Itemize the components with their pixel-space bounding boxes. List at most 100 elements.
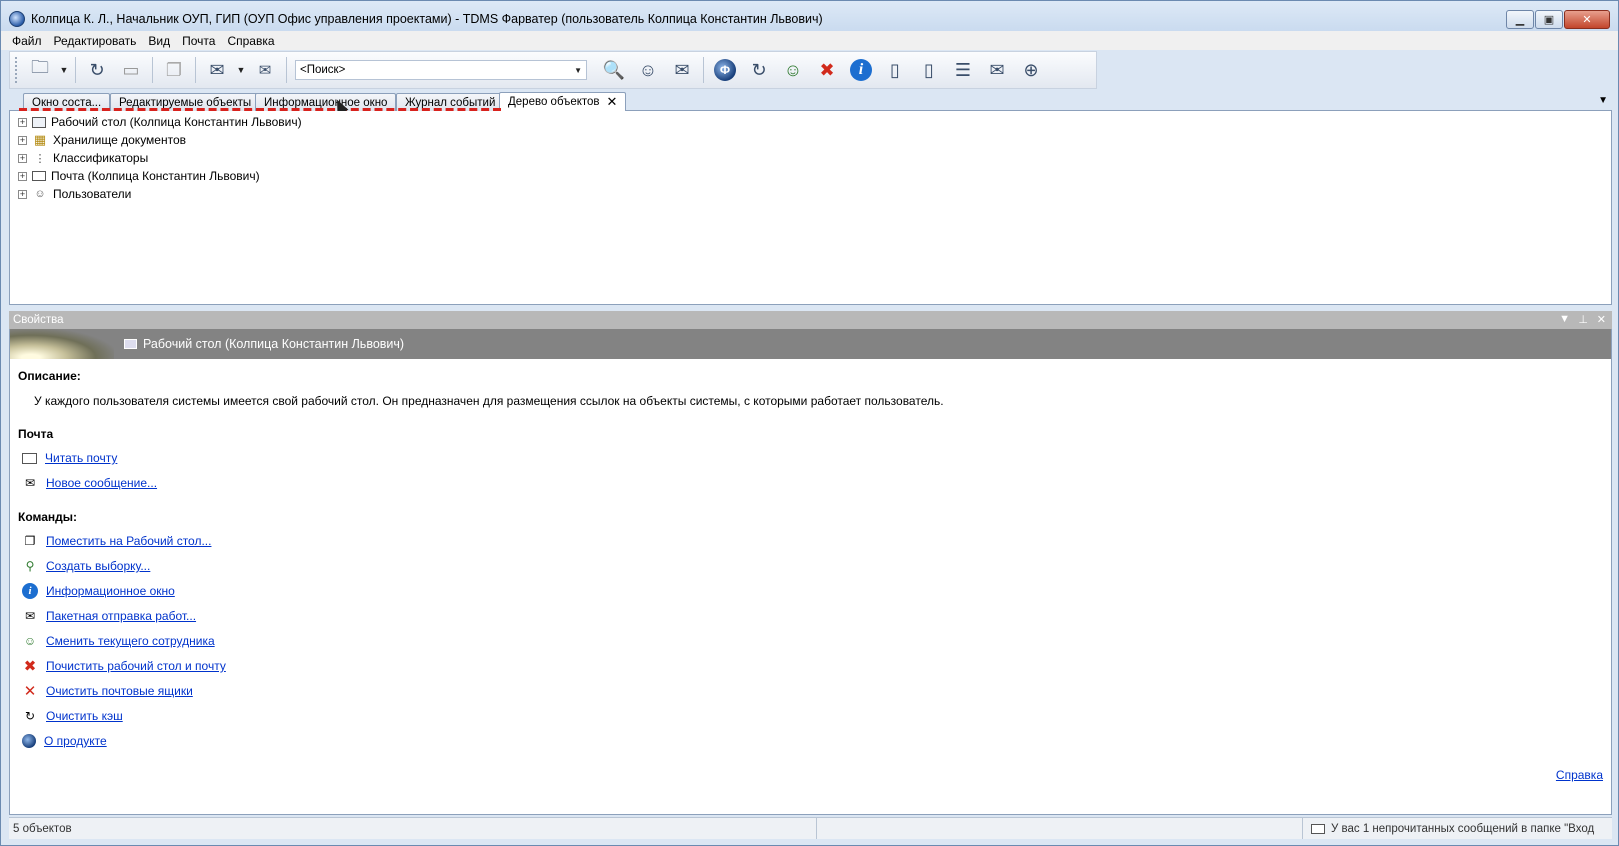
main-window: Колпица К. Л., Начальник ОУП, ГИП (ОУП О… (0, 0, 1619, 846)
tree-item-users[interactable]: + ☺ Пользователи (10, 185, 1611, 203)
menu-view[interactable]: Вид (143, 34, 175, 48)
classifier-icon: ⋮ (34, 152, 46, 165)
search-dropdown-icon[interactable]: ▼ (574, 66, 582, 75)
tab-list-dropdown-icon[interactable]: ▼ (1598, 95, 1608, 106)
minimize-button[interactable]: ▁ (1506, 10, 1534, 29)
close-button[interactable]: ✕ (1564, 10, 1610, 29)
clear-cache-link[interactable]: Очистить кэш (46, 709, 123, 723)
clean-desktop-link[interactable]: Почистить рабочий стол и почту (46, 659, 226, 673)
properties-panel-header: Свойства ▼ ⊥ ✕ (9, 311, 1612, 329)
banner-decoration (10, 329, 114, 359)
send-icon[interactable]: ✉ (248, 55, 282, 85)
properties-panel: Рабочий стол (Колпица Константин Львович… (9, 329, 1612, 815)
tree-item-label: Классификаторы (53, 151, 149, 165)
info-window-link[interactable]: Информационное окно (46, 584, 175, 598)
menu-edit[interactable]: Редактировать (49, 34, 142, 48)
search-input[interactable]: <Поиск> (300, 64, 345, 76)
create-selection-link[interactable]: Создать выборку... (46, 559, 150, 573)
new-object-icon[interactable]: 🗀 (23, 55, 57, 85)
new-message-icon[interactable]: ✉ (200, 55, 234, 85)
tree-item-storage[interactable]: + ▦ Хранилище документов (10, 131, 1611, 149)
menu-mail[interactable]: Почта (177, 34, 220, 48)
batch-send-icon[interactable]: ✉ (980, 55, 1014, 85)
pin-icon[interactable]: ⊥ (1578, 313, 1588, 326)
clear-cache-icon[interactable]: ↻ (742, 55, 776, 85)
place-on-desktop-icon: ❐ (24, 534, 36, 548)
place-on-desktop-link[interactable]: Поместить на Рабочий стол... (46, 534, 211, 548)
read-mail-icon (22, 452, 37, 464)
batch-send-icon: ✉ (24, 609, 36, 623)
mail-icon (32, 171, 46, 181)
comment-icon[interactable]: ☰ (946, 55, 980, 85)
tree-item-classifiers[interactable]: + ⋮ Классификаторы (10, 149, 1611, 167)
window-card-icon[interactable]: ▭ (114, 55, 148, 85)
mail-icon (1311, 823, 1325, 834)
command-row: О продукте (22, 732, 107, 750)
info-window-icon[interactable]: i (844, 55, 878, 85)
toolbar-separator (75, 57, 76, 83)
tab-object-tree[interactable]: Дерево объектов ✕ (499, 92, 627, 111)
expand-icon[interactable]: + (18, 117, 27, 127)
properties-panel-title: Свойства (13, 314, 64, 326)
panel-menu-icon[interactable]: ▼ (1559, 313, 1570, 325)
menu-file[interactable]: Файл (7, 34, 47, 48)
app-logo-icon (9, 11, 25, 27)
tree-item-desktop[interactable]: + Рабочий стол (Колпица Константин Львов… (10, 113, 1611, 131)
search-objects-icon[interactable]: 🔍 (597, 55, 631, 85)
menu-help[interactable]: Справка (222, 34, 279, 48)
copy-icon[interactable]: ❐ (157, 55, 191, 85)
new-object-dropdown-icon[interactable]: ▼ (57, 55, 71, 85)
tab-label: Информационное окно (264, 96, 388, 109)
panel-close-icon[interactable]: ✕ (1597, 313, 1606, 326)
toolbar-separator (703, 57, 704, 83)
status-empty-pane (817, 818, 1303, 839)
tree-item-label: Пользователи (53, 187, 132, 201)
command-row: ⚲ Создать выборку... (22, 557, 151, 575)
document-up-icon[interactable]: ▯ (912, 55, 946, 85)
clean-desktop-icon[interactable]: ✖ (810, 55, 844, 85)
tab-label: Окно состa... (32, 96, 102, 109)
maximize-button[interactable]: ▣ (1535, 10, 1563, 29)
search-users-icon[interactable]: ☺ (631, 55, 665, 85)
expand-icon[interactable]: + (18, 153, 27, 163)
command-row: ❐ Поместить на Рабочий стол... (22, 532, 212, 550)
tree-item-label: Хранилище документов (53, 133, 187, 147)
command-row: ↻ Очистить кэш (22, 707, 123, 725)
product-logo-icon (22, 734, 36, 748)
toolbar-separator (152, 57, 153, 83)
clear-mailboxes-link[interactable]: Очистить почтовые ящики (46, 684, 193, 698)
command-row: i Информационное окно (22, 582, 175, 600)
read-mail-row: Читать почту (22, 449, 117, 467)
search-mail-icon[interactable]: ✉ (665, 55, 699, 85)
about-product-icon[interactable]: Ф (708, 55, 742, 85)
status-bar: 5 объектов У вас 1 непрочитанных сообщен… (9, 817, 1612, 839)
toolbar: 🗀 ▼ ↻ ▭ ❐ ✉ ▼ ✉ <Поиск> ▼ 🔍 ☺ ✉ Ф ↻ ☺ ✖ … (9, 51, 1097, 89)
close-tab-icon[interactable]: ✕ (607, 94, 618, 110)
create-selection-icon: ⚲ (25, 559, 35, 573)
toolbar-separator (195, 57, 196, 83)
search-combobox[interactable]: <Поиск> ▼ (295, 60, 587, 80)
batch-send-link[interactable]: Пакетная отправка работ... (46, 609, 196, 623)
info-icon: i (850, 59, 872, 81)
help-link[interactable]: Справка (1556, 768, 1603, 782)
read-mail-link[interactable]: Читать почту (45, 451, 117, 465)
change-employee-icon[interactable]: ☺ (776, 55, 810, 85)
expand-icon[interactable]: + (18, 189, 27, 199)
new-message-link[interactable]: Новое сообщение... (46, 476, 157, 490)
status-mail-notice[interactable]: У вас 1 непрочитанных сообщений в папке … (1303, 823, 1603, 835)
expand-icon[interactable]: + (18, 135, 27, 145)
expand-icon[interactable]: + (18, 171, 27, 181)
web-icon[interactable]: ⊕ (1014, 55, 1048, 85)
mail-section-title: Почта (18, 427, 54, 441)
product-logo-icon: Ф (714, 59, 736, 81)
command-row: ✖ Почистить рабочий стол и почту (22, 657, 226, 675)
document-down-icon[interactable]: ▯ (878, 55, 912, 85)
about-product-link[interactable]: О продукте (44, 734, 107, 748)
change-employee-link[interactable]: Сменить текущего сотрудника (46, 634, 215, 648)
tab-label: Журнал событий (405, 96, 496, 109)
new-message-dropdown-icon[interactable]: ▼ (234, 55, 248, 85)
toolbar-grip[interactable] (15, 57, 18, 83)
refresh-icon[interactable]: ↻ (80, 55, 114, 85)
tree-item-mail[interactable]: + Почта (Колпица Константин Львович) (10, 167, 1611, 185)
desktop-icon (124, 339, 137, 349)
